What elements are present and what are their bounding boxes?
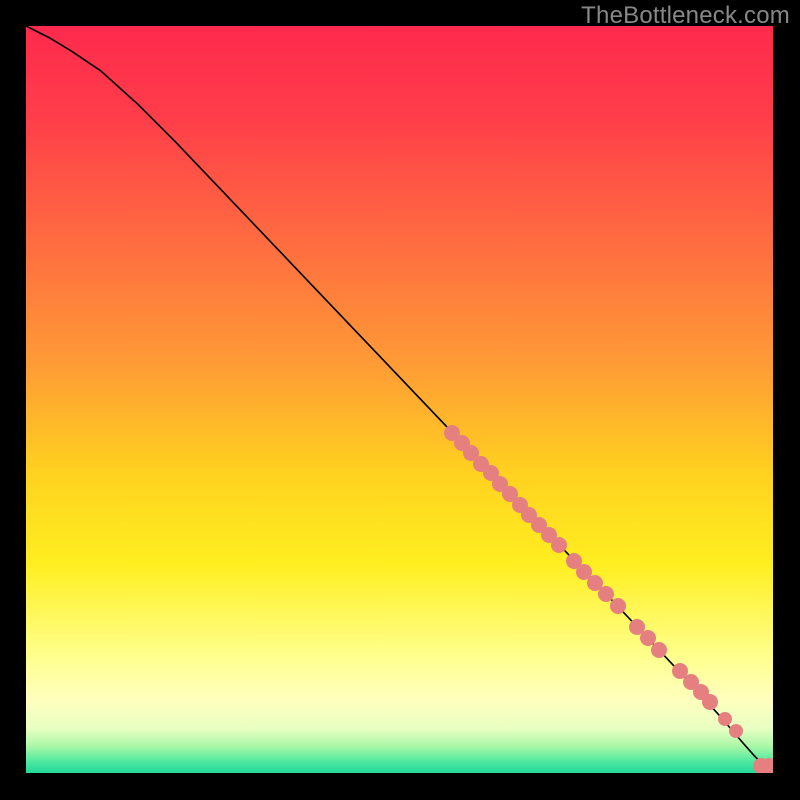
plot-region [26,26,773,773]
watermark-text: TheBottleneck.com [581,2,790,30]
background-gradient [26,26,773,773]
chart-stage: TheBottleneck.com [0,0,800,800]
